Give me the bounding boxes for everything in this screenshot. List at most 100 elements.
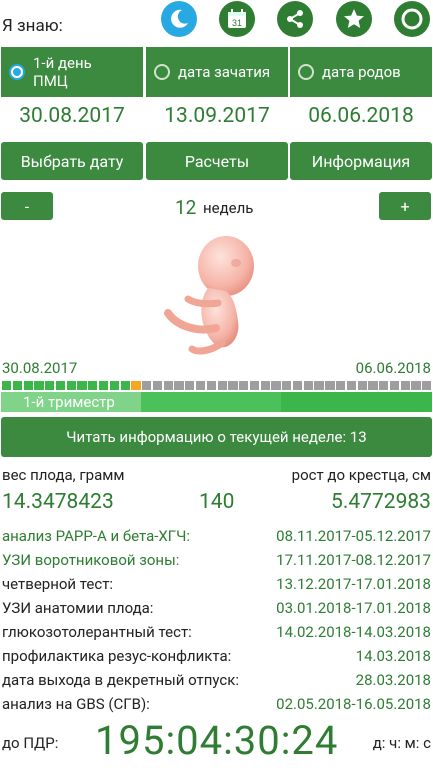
height-value: 5.4772983 [331, 490, 431, 514]
i-know-label: Я знаю: [2, 16, 63, 36]
week-unit: недель [203, 199, 254, 217]
week-cell [98, 381, 109, 390]
week-cell [142, 381, 152, 390]
week-cell [422, 381, 432, 390]
star-icon[interactable] [336, 1, 372, 37]
mode-pmc-label: 1-й день ПМЦ [33, 54, 92, 90]
calendar-icon-text: 31 [232, 18, 242, 28]
week-cell [357, 381, 367, 390]
trimester-2-segment [141, 392, 281, 412]
weight-value: 14.3478423 [2, 490, 114, 514]
schedule-row: глюкозотолерантный тест: 14.02.2018-14.03… [2, 620, 431, 644]
choose-date-button[interactable]: Выбрать дату [1, 142, 143, 180]
calculations-button[interactable]: Расчеты [146, 142, 288, 180]
week-cell [217, 381, 227, 390]
week-cell [163, 381, 173, 390]
week-cell [120, 381, 130, 390]
schedule-row-label: УЗИ воротниковой зоны: [2, 551, 180, 569]
week-cell [271, 381, 281, 390]
countdown-value: 195:04:30:24 [95, 717, 339, 764]
height-label: рост до крестца, см [291, 466, 431, 484]
theme-icon[interactable] [161, 1, 197, 37]
schedule-row-label: анализ на GBS (СГВ): [2, 695, 150, 713]
trimester-3-segment [281, 392, 432, 412]
calendar-icon[interactable]: 31 [219, 1, 255, 37]
week-cell [346, 381, 357, 390]
week-cell [400, 381, 410, 390]
week-minus-button[interactable]: - [1, 192, 53, 220]
info-button[interactable]: Информация [290, 142, 432, 180]
week-cell [77, 381, 87, 390]
pmc-date: 30.08.2017 [19, 104, 125, 128]
countdown-units: д: ч: м: с [372, 734, 431, 752]
schedule-row: УЗИ воротниковой зоны: 17.11.2017-08.12.2… [2, 548, 431, 572]
week-cell [45, 381, 55, 390]
schedule-row: анализ PAPP-A и бета-ХГЧ: 08.11.2017-05.1… [2, 524, 431, 548]
mode-conception[interactable]: дата зачатия [146, 47, 288, 97]
circle-icon[interactable] [394, 1, 430, 37]
mode-conception-label: дата зачатия [178, 63, 271, 81]
fetus-image [164, 236, 254, 355]
read-week-info-button[interactable]: Читать информацию о текущей неделе: 13 [1, 417, 432, 457]
schedule-row-value: 14.02.2018-14.03.2018 [276, 623, 431, 641]
mode-birth[interactable]: дата родов [290, 47, 432, 97]
schedule-row: УЗИ анатомии плода: 03.01.2018-17.01.2018 [2, 596, 431, 620]
week-cell [12, 381, 23, 390]
week-cell [109, 381, 120, 390]
week-cell [314, 381, 324, 390]
week-plus-button[interactable]: + [379, 192, 431, 220]
share-icon[interactable] [277, 1, 313, 37]
week-cell [260, 381, 270, 390]
conception-date: 13.09.2017 [164, 104, 270, 128]
schedule-row-value: 03.01.2018-17.01.2018 [276, 599, 431, 617]
schedule-row-label: УЗИ анатомии плода: [2, 599, 154, 617]
week-cell [239, 381, 249, 390]
week-cell [55, 381, 66, 390]
schedule-row-label: анализ PAPP-A и бета-ХГЧ: [2, 527, 191, 545]
schedule-row-value: 14.03.2018 [355, 647, 431, 665]
week-cell [303, 381, 313, 390]
mode-birth-label: дата родов [322, 63, 401, 81]
week-cell [131, 381, 141, 390]
schedule-row-value: 08.11.2017-05.12.2017 [276, 527, 431, 545]
timeline-end-date: 06.06.2018 [355, 359, 431, 377]
week-cell [379, 381, 389, 390]
timeline-start-date: 30.08.2017 [2, 359, 78, 377]
schedule-row: профилактика резус-конфликта: 14.03.2018 [2, 644, 431, 668]
schedule-row-label: профилактика резус-конфликта: [2, 647, 232, 665]
trimester-bar: 1-й триместр [1, 392, 432, 412]
schedule-row: анализ на GBS (СГВ): 02.05.2018-16.05.201… [2, 692, 431, 716]
radio-conception[interactable] [154, 64, 170, 80]
week-cell [336, 381, 346, 390]
week-cell [206, 381, 216, 390]
schedule-row-label: дата выхода в декретный отпуск: [2, 671, 240, 689]
week-cell [174, 381, 184, 390]
radio-pmc[interactable] [9, 64, 25, 80]
radio-birth[interactable] [298, 64, 314, 80]
week-cell [282, 381, 292, 390]
countdown-label: до ПДР: [2, 734, 59, 752]
week-value: 12 [175, 196, 197, 219]
schedule-row-value: 17.11.2017-08.12.2017 [276, 551, 431, 569]
schedule-row: дата выхода в декретный отпуск: 28.03.201… [2, 668, 431, 692]
week-cell [368, 381, 378, 390]
week-cell [185, 381, 195, 390]
week-cell [88, 381, 98, 390]
week-cell [411, 381, 421, 390]
week-cell [249, 381, 260, 390]
week-cell [292, 381, 303, 390]
week-cell [195, 381, 206, 390]
week-cell [389, 381, 400, 390]
mode-pmc[interactable]: 1-й день ПМЦ [1, 47, 143, 97]
trimester-label: 1-й триместр [23, 393, 115, 411]
schedule-row-value: 28.03.2018 [355, 671, 431, 689]
week-cell [34, 381, 44, 390]
schedule-row-label: четверной тест: [2, 575, 114, 593]
week-cell [325, 381, 335, 390]
birth-date: 06.06.2018 [308, 104, 414, 128]
schedule-row-label: глюкозотолерантный тест: [2, 623, 192, 641]
week-cell [152, 381, 163, 390]
schedule-row-value: 02.05.2018-16.05.2018 [276, 695, 431, 713]
week-cell [228, 381, 238, 390]
week-cell [23, 381, 33, 390]
